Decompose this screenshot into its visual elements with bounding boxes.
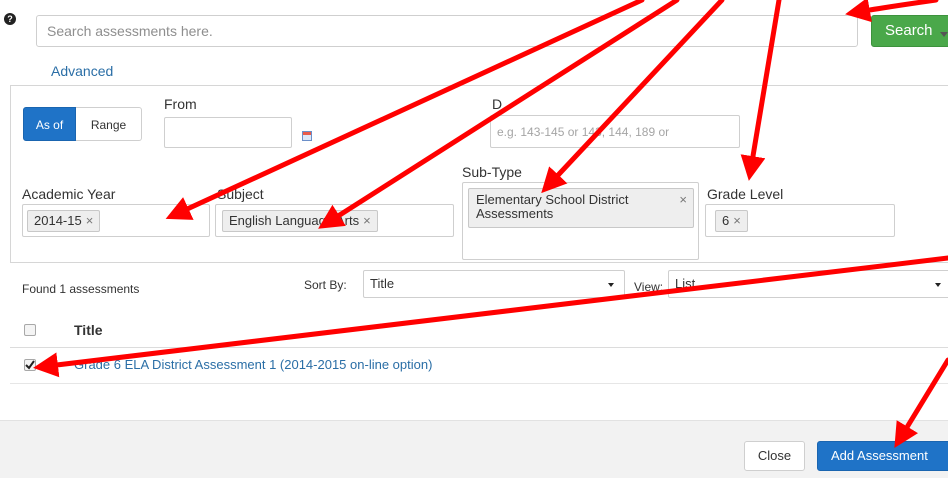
annotation-arrow — [845, 0, 939, 23]
from-date-input[interactable] — [164, 117, 292, 148]
academic-year-label: Academic Year — [22, 186, 116, 202]
range-button[interactable]: Range — [76, 107, 142, 141]
modal-footer — [0, 420, 948, 478]
as-of-button[interactable]: As of — [23, 107, 76, 141]
search-button[interactable]: Search — [871, 15, 948, 47]
token-label: 6 — [722, 213, 730, 228]
remove-token-icon[interactable]: × — [733, 213, 741, 228]
assessment-link[interactable]: Grade 6 ELA District Assessment 1 (2014-… — [74, 357, 432, 372]
checkbox-icon[interactable] — [24, 359, 36, 371]
token-label: English Language Arts — [229, 213, 360, 228]
token-label: Elementary School District Assessments — [476, 192, 629, 221]
search-input[interactable] — [36, 15, 858, 47]
grade-level-field[interactable]: 6 × — [705, 204, 895, 237]
sub-type-label: Sub-Type — [462, 164, 522, 180]
sort-by-select[interactable]: Title — [363, 270, 625, 298]
table-header — [10, 313, 948, 348]
token-label: 2014-15 — [34, 213, 82, 228]
token-subject: English Language Arts × — [222, 210, 378, 232]
token-grade-level: 6 × — [715, 210, 748, 232]
add-assessment-button[interactable]: Add Assessment — [817, 441, 948, 471]
subject-label: Subject — [217, 186, 264, 202]
academic-year-field[interactable]: 2014-15 × — [22, 204, 210, 237]
sub-type-field[interactable]: Elementary School District Assessments × — [462, 182, 699, 260]
close-button[interactable]: Close — [744, 441, 805, 471]
caret-down-icon — [935, 283, 941, 287]
id-input[interactable] — [490, 115, 740, 148]
caret-down-icon[interactable] — [940, 32, 948, 37]
remove-token-icon[interactable]: × — [363, 213, 371, 228]
calendar-icon[interactable] — [302, 131, 312, 141]
advanced-link[interactable]: Advanced — [51, 63, 113, 79]
date-mode-toggle: As of Range — [23, 107, 142, 141]
caret-down-icon — [608, 283, 614, 287]
sort-by-value: Title — [370, 276, 395, 291]
select-all-checkbox[interactable] — [24, 324, 36, 336]
results-count: Found 1 assessments — [22, 282, 140, 296]
id-label: D — [492, 96, 503, 112]
grade-level-label: Grade Level — [707, 186, 784, 202]
view-value: List — [675, 276, 696, 291]
help-icon[interactable]: ? — [4, 13, 16, 25]
remove-token-icon[interactable]: × — [86, 213, 94, 228]
from-label: From — [164, 96, 197, 112]
subject-field[interactable]: English Language Arts × — [215, 204, 454, 237]
sort-by-label: Sort By: — [304, 278, 347, 292]
view-select[interactable]: List — [668, 270, 948, 298]
token-sub-type: Elementary School District Assessments × — [468, 188, 694, 228]
token-academic-year: 2014-15 × — [27, 210, 101, 232]
column-header-title[interactable]: Title — [74, 322, 103, 338]
view-label: View: — [634, 280, 664, 294]
remove-token-icon[interactable]: × — [679, 193, 687, 207]
